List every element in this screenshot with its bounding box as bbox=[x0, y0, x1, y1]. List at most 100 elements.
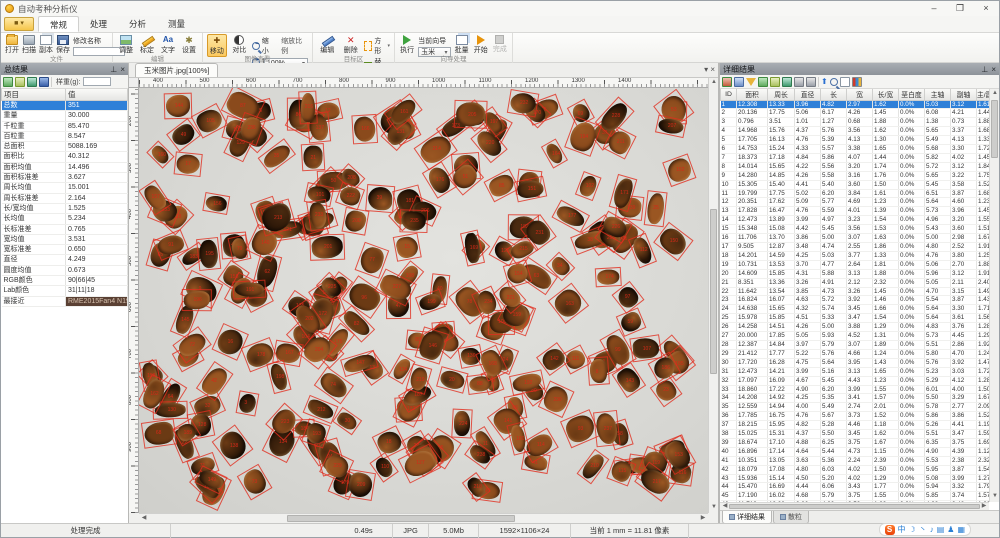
chinese-mode-icon[interactable]: 中 bbox=[898, 524, 906, 536]
export-icon[interactable] bbox=[722, 77, 732, 87]
settings-button[interactable]: ✱设置 bbox=[180, 34, 198, 55]
copy-button[interactable]: 副本 bbox=[39, 34, 53, 55]
close-button[interactable]: × bbox=[973, 1, 999, 16]
summary-row[interactable]: 总数351 bbox=[2, 101, 128, 111]
search-icon[interactable] bbox=[830, 78, 838, 86]
excel-export-icon[interactable] bbox=[27, 77, 37, 87]
details-row[interactable]: 4517.19016.024.685.793.751.550.0%5.853.7… bbox=[721, 492, 990, 501]
details-row[interactable]: 1119.79917.755.026.203.841.610.0%6.513.8… bbox=[721, 189, 990, 198]
summary-row[interactable]: 最接近RME2015Fan4 N19… bbox=[2, 296, 128, 306]
details-row[interactable]: 4415.47016.694.446.063.431.770.0%5.943.3… bbox=[721, 483, 990, 492]
details-row[interactable]: 2316.82416.074.635.723.921.460.0%5.543.8… bbox=[721, 296, 990, 305]
panel-close-icon[interactable]: × bbox=[991, 65, 996, 74]
execute-button[interactable]: 执行 bbox=[399, 34, 415, 55]
summary-row[interactable]: RGB颜色90|66|45 bbox=[2, 276, 128, 286]
tab-list-icon[interactable]: ▾ bbox=[704, 65, 708, 74]
details-col[interactable]: 直径 bbox=[795, 89, 821, 100]
details-row[interactable]: 3318.86017.224.906.203.991.550.0%6.014.0… bbox=[721, 385, 990, 394]
start-button[interactable]: 开始 bbox=[473, 34, 489, 55]
details-row[interactable]: 3414.20814.924.255.353.411.570.0%5.503.2… bbox=[721, 394, 990, 403]
details-row[interactable]: 2614.25814.514.265.003.881.290.0%4.833.7… bbox=[721, 323, 990, 332]
details-row[interactable]: 2921.41217.775.225.764.661.240.0%5.804.7… bbox=[721, 349, 990, 358]
undo-icon[interactable] bbox=[734, 77, 744, 87]
save-button[interactable]: 保存 bbox=[56, 34, 70, 55]
ime-toolbar[interactable]: S 中☽丶♪▤♟▦ bbox=[879, 523, 971, 536]
chart-icon[interactable] bbox=[852, 77, 862, 87]
summary-col-item[interactable]: 项目 bbox=[2, 89, 66, 101]
details-row[interactable]: 2515.97815.854.515.333.471.540.0%5.643.6… bbox=[721, 314, 990, 323]
details-row[interactable]: 3217.09716.094.675.454.431.230.0%5.294.1… bbox=[721, 376, 990, 385]
keyboard-icon[interactable]: ▤ bbox=[937, 524, 945, 536]
grid-icon[interactable]: ▦ bbox=[957, 524, 965, 536]
preview-box-icon[interactable] bbox=[840, 77, 850, 87]
summary-row[interactable]: 直径4.249 bbox=[2, 255, 128, 265]
details-row[interactable]: 414.96815.764.375.763.561.620.0%5.653.37… bbox=[721, 127, 990, 136]
batch-button[interactable]: 批量 bbox=[454, 34, 470, 55]
moon-icon[interactable]: ☽ bbox=[909, 524, 916, 536]
details-row[interactable]: 112.30813.333.964.822.971.620.0%5.033.12… bbox=[721, 100, 990, 109]
details-col[interactable]: 周长 bbox=[768, 89, 795, 100]
details-row[interactable]: 3112.47314.213.995.163.131.650.0%5.233.0… bbox=[721, 367, 990, 376]
excel-save-icon[interactable] bbox=[782, 77, 792, 87]
adjust-button[interactable]: 调整 bbox=[117, 34, 135, 55]
tab-close-icon[interactable]: × bbox=[710, 65, 715, 74]
print-icon[interactable] bbox=[794, 77, 804, 87]
target-delete-button[interactable]: ✕删除 bbox=[340, 34, 360, 55]
edit-results-icon[interactable] bbox=[770, 77, 780, 87]
sample-weight-input[interactable] bbox=[83, 77, 111, 86]
scan-button[interactable]: 扫描 bbox=[22, 34, 36, 55]
details-row[interactable]: 220.13617.755.066.174.261.450.0%6.084.21… bbox=[721, 109, 990, 118]
details-row[interactable]: 1611.70613.703.865.003.071.630.0%5.002.9… bbox=[721, 234, 990, 243]
summary-row[interactable]: 百粒重8.547 bbox=[2, 131, 128, 141]
details-row[interactable]: 1412.47313.893.994.973.231.540.0%4.963.2… bbox=[721, 216, 990, 225]
details-row[interactable]: 4016.89617.144.645.444.731.150.0%4.904.3… bbox=[721, 447, 990, 456]
contacts-icon[interactable]: ♟ bbox=[947, 524, 954, 536]
contrast-button[interactable]: 对比 bbox=[230, 34, 249, 55]
details-col[interactable]: 副轴 bbox=[951, 89, 977, 100]
report-icon[interactable] bbox=[39, 77, 49, 87]
details-row[interactable]: 2414.63815.654.325.743.451.660.0%5.643.3… bbox=[721, 305, 990, 314]
summary-row[interactable]: 长/宽均值1.525 bbox=[2, 203, 128, 213]
details-row[interactable]: 1015.30515.404.415.403.601.500.0%5.453.5… bbox=[721, 180, 990, 189]
details-row[interactable]: 2014.60915.854.315.883.131.880.0%5.963.1… bbox=[721, 269, 990, 278]
summary-row[interactable]: 长标准差0.765 bbox=[2, 224, 128, 234]
minimize-button[interactable]: – bbox=[921, 1, 947, 16]
details-row[interactable]: 814.01415.654.225.563.201.740.0%5.723.12… bbox=[721, 162, 990, 171]
details-horizontal-scrollbar[interactable]: ◀ ▶ bbox=[720, 502, 989, 510]
details-row[interactable]: 4218.07917.084.806.034.021.500.0%5.953.8… bbox=[721, 465, 990, 474]
details-col[interactable]: 面积 bbox=[737, 89, 768, 100]
vertical-scrollbar[interactable]: ▲ ▼ bbox=[708, 78, 718, 513]
details-row[interactable]: 1220.35117.625.095.774.691.230.0%5.644.6… bbox=[721, 198, 990, 207]
details-row[interactable]: 3512.55914.944.005.492.742.010.0%5.782.7… bbox=[721, 403, 990, 412]
summary-row[interactable]: 面积比40.312 bbox=[2, 152, 128, 162]
summary-row[interactable]: 长均值5.234 bbox=[2, 214, 128, 224]
sogou-logo-icon[interactable]: S bbox=[885, 525, 895, 535]
details-row[interactable]: 2812.38714.843.975.793.071.890.0%5.512.8… bbox=[721, 340, 990, 349]
summary-row[interactable]: 圆度均值0.673 bbox=[2, 265, 128, 275]
summary-row[interactable]: 总面积5088.169 bbox=[2, 142, 128, 152]
details-row[interactable]: 30.7963.511.011.270.681.880.0%1.380.731.… bbox=[721, 118, 990, 127]
upload-icon[interactable]: ⬆ bbox=[821, 77, 828, 87]
details-col[interactable]: 主轴 bbox=[925, 89, 951, 100]
target-region-box[interactable] bbox=[587, 357, 610, 387]
details-col[interactable]: 长 bbox=[821, 89, 847, 100]
details-row[interactable]: 1515.34815.084.425.453.561.530.0%5.433.6… bbox=[721, 225, 990, 234]
image-canvas[interactable]: 1234567891011121314151617181920212223242… bbox=[139, 88, 708, 513]
details-row[interactable]: 2211.64213.543.854.733.261.450.0%4.703.1… bbox=[721, 287, 990, 296]
ribbon-tab-常规[interactable]: 常规 bbox=[38, 16, 79, 32]
filter-icon[interactable] bbox=[746, 78, 756, 86]
details-col[interactable]: 宽 bbox=[847, 89, 873, 100]
export-icon[interactable] bbox=[3, 77, 13, 87]
details-col[interactable]: 长/宽 bbox=[873, 89, 899, 100]
details-row[interactable]: 1317.82816.474.765.594.011.390.0%5.733.9… bbox=[721, 207, 990, 216]
target-region-box[interactable] bbox=[235, 390, 259, 416]
details-col[interactable]: 垩白度 bbox=[899, 89, 925, 100]
panel-close-icon[interactable]: × bbox=[120, 65, 125, 74]
maximize-button[interactable]: ❐ bbox=[947, 1, 973, 16]
details-row[interactable]: 718.37317.184.845.864.071.440.0%5.824.02… bbox=[721, 153, 990, 162]
summary-row[interactable]: 重量30.000 bbox=[2, 111, 128, 121]
summary-row[interactable]: 面积标准差3.627 bbox=[2, 173, 128, 183]
application-menu-button[interactable]: ■ ▾ bbox=[4, 17, 34, 31]
mic-icon[interactable]: ♪ bbox=[930, 524, 934, 536]
summary-row[interactable]: 周长标准差2.164 bbox=[2, 193, 128, 203]
